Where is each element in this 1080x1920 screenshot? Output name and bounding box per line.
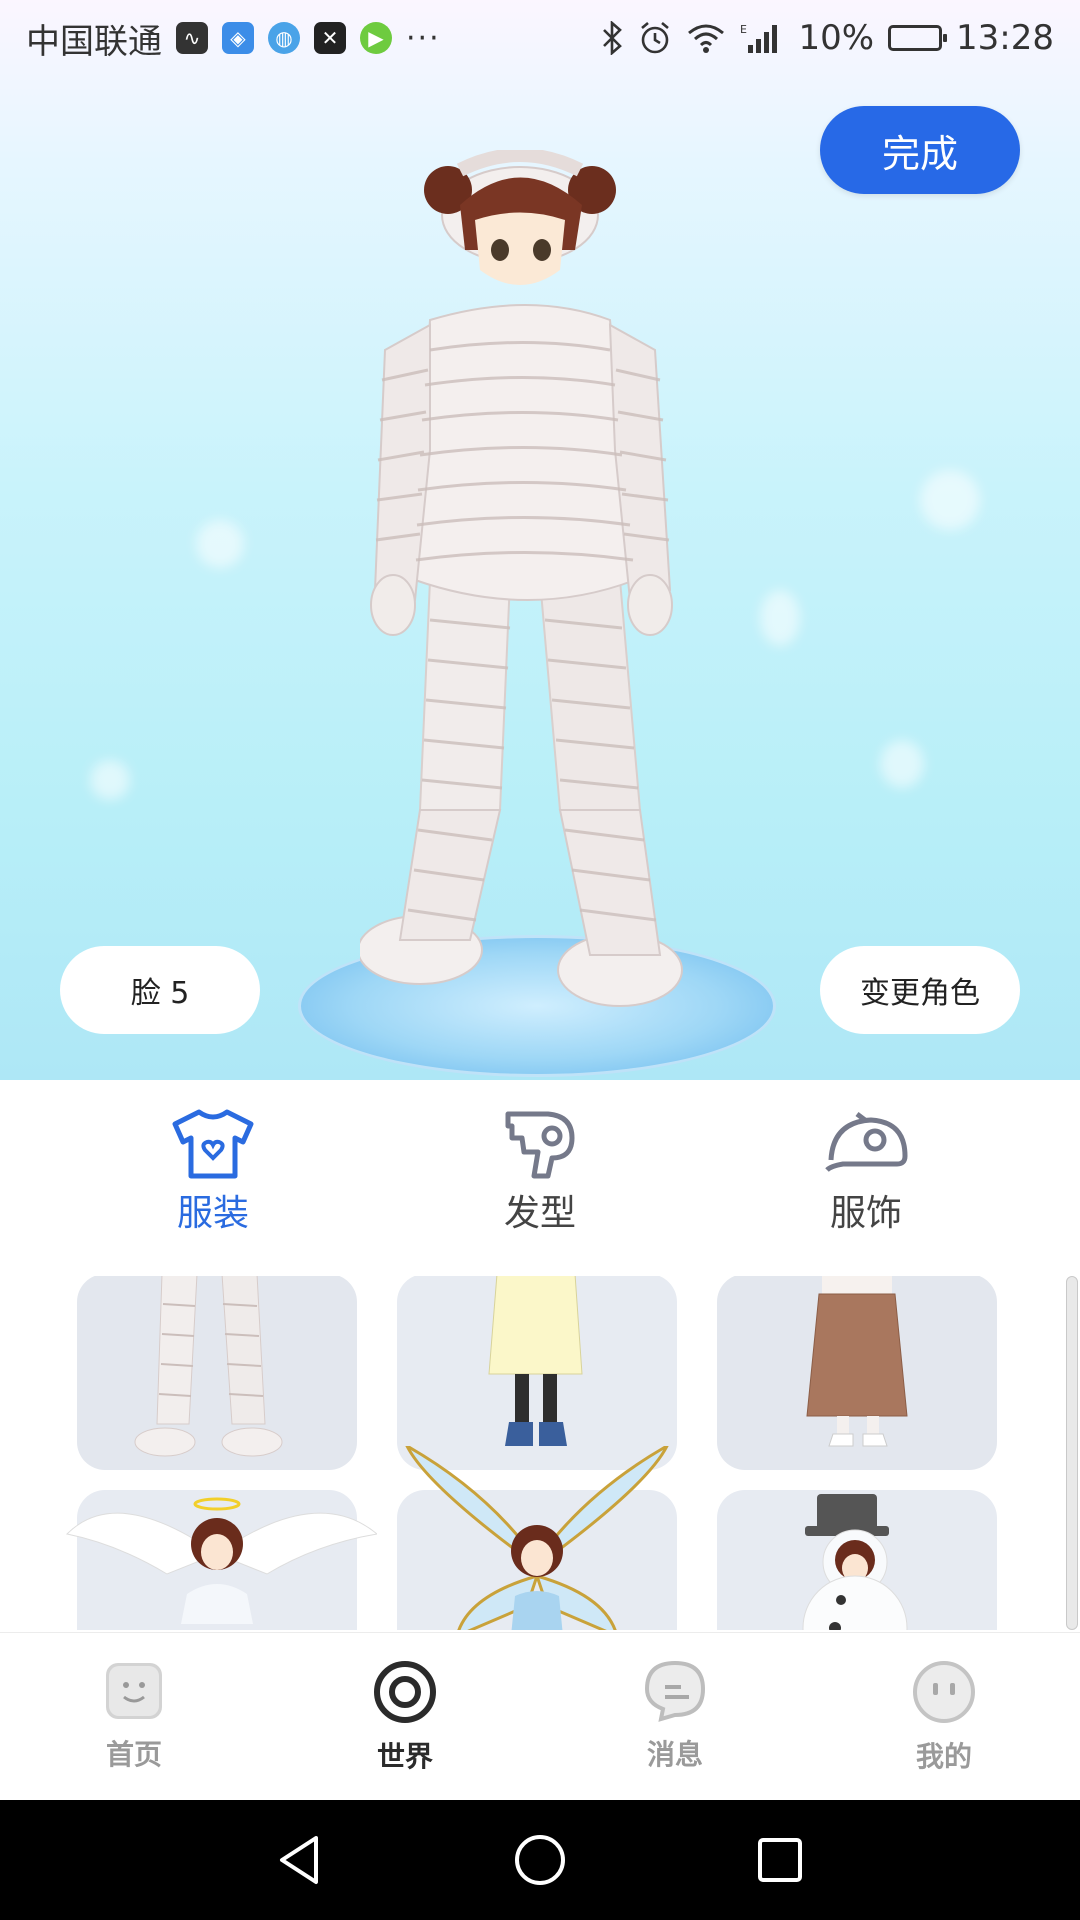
- snowflake-decoration: [760, 590, 800, 646]
- tshirt-icon: [172, 1109, 254, 1179]
- change-role-button[interactable]: 变更角色: [820, 946, 1020, 1034]
- mummy-costume-character[interactable]: [360, 150, 700, 1020]
- home-face-icon: [106, 1663, 162, 1719]
- wifi-icon: [688, 24, 725, 53]
- activity-app-icon: ∿: [176, 22, 208, 54]
- browser-app-icon: ◍: [268, 22, 300, 54]
- snowflake-decoration: [196, 520, 244, 568]
- outfit-tile-yellow-dress[interactable]: [397, 1276, 677, 1470]
- mummy-outfit-thumbnail: [134, 1276, 283, 1457]
- snowman-thumbnail: [802, 1494, 908, 1630]
- bottom-navigation: 首页 世界 消息 我的: [0, 1632, 1080, 1801]
- carrier-name: 中国联通: [26, 21, 162, 62]
- outfit-tile-fairy[interactable]: [397, 1446, 677, 1630]
- snowflake-decoration: [920, 470, 980, 530]
- outfit-grid: [0, 1276, 1080, 1630]
- fairy-wings-thumbnail: [405, 1446, 669, 1630]
- tab-accessories[interactable]: 服饰: [786, 1108, 946, 1236]
- tab-clothing-label: 服装: [176, 1193, 249, 1234]
- outfit-tile-snowman[interactable]: [717, 1490, 997, 1630]
- signal-icon: E: [740, 23, 778, 53]
- outfit-tile-mummy[interactable]: [77, 1276, 357, 1470]
- alarm-icon: [641, 22, 670, 54]
- clock: 13:28: [956, 18, 1054, 58]
- status-bar: 中国联通 ∿ ◈ ◍ ✕ ▶ ··· E 10% 13:28: [0, 0, 1080, 76]
- battery-percent: 10%: [798, 18, 875, 58]
- nav-world[interactable]: 世界: [325, 1659, 485, 1775]
- outfit-tile-angel[interactable]: [65, 1490, 377, 1630]
- nav-messages-label: 消息: [646, 1738, 703, 1771]
- avatar-scene: 完成 脸 5 变更角色: [0, 0, 1080, 1080]
- nav-profile[interactable]: 我的: [864, 1659, 1024, 1775]
- nav-home-label: 首页: [105, 1738, 162, 1771]
- brown-skirt-thumbnail: [806, 1276, 908, 1447]
- outfit-category-tabs: 服装 发型 服饰: [0, 1080, 1080, 1270]
- yellow-dress-thumbnail: [488, 1276, 583, 1446]
- face-selector-button[interactable]: 脸 5: [60, 946, 260, 1034]
- tab-accessories-label: 服饰: [829, 1193, 902, 1234]
- back-icon[interactable]: [272, 1832, 328, 1888]
- tab-hairstyle[interactable]: 发型: [460, 1108, 620, 1236]
- tab-clothing[interactable]: 服装: [133, 1108, 293, 1236]
- message-bubble-icon: [644, 1660, 706, 1722]
- battery-icon: [888, 25, 948, 51]
- cap-icon: [825, 1112, 908, 1172]
- home-circle-icon[interactable]: [512, 1832, 568, 1888]
- more-notifications-icon: ···: [406, 20, 441, 56]
- nav-home[interactable]: 首页: [54, 1659, 214, 1773]
- world-ring-icon: [374, 1661, 436, 1723]
- shield-app-icon: ◈: [222, 22, 254, 54]
- hair-dryer-icon: [505, 1111, 575, 1179]
- svg-text:E: E: [740, 23, 747, 36]
- snowflake-decoration: [90, 760, 130, 800]
- outfit-tile-brown-skirt[interactable]: [717, 1276, 997, 1470]
- tab-hairstyle-label: 发型: [503, 1193, 576, 1234]
- recents-square-icon[interactable]: [752, 1832, 808, 1888]
- nav-profile-label: 我的: [915, 1740, 972, 1773]
- profile-face-icon: [913, 1661, 975, 1723]
- grid-scrollbar[interactable]: [1066, 1276, 1078, 1630]
- bluetooth-icon: [603, 21, 623, 55]
- nav-messages[interactable]: 消息: [595, 1659, 755, 1773]
- video-app-icon: ▶: [360, 22, 392, 54]
- nav-world-label: 世界: [376, 1740, 433, 1773]
- system-navigation-bar: [0, 1800, 1080, 1920]
- capcut-app-icon: ✕: [314, 22, 346, 54]
- snowflake-decoration: [880, 740, 924, 788]
- done-button[interactable]: 完成: [820, 106, 1020, 194]
- angel-wings-thumbnail: [65, 1497, 377, 1624]
